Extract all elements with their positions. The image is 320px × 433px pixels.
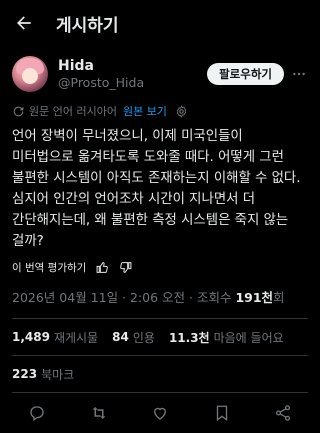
reposts-count[interactable]: 1,489 (12, 330, 50, 344)
translation-label: 원문 언어 러시아어 (29, 105, 117, 118)
translation-notice: 원문 언어 러시아어 원본 보기 (0, 92, 320, 120)
bookmarks-label[interactable]: 북마크 (41, 366, 74, 383)
gear-icon (176, 104, 187, 118)
share-button[interactable] (272, 402, 294, 424)
author-row: Hida @Prosto_Hida 팔로우하기 (0, 46, 320, 92)
post-meta: 2026년 04월 11일 · 2:06 오전 · 조회수 191천회 (0, 276, 320, 308)
like-button[interactable] (149, 402, 171, 424)
thumb-up-icon (96, 261, 109, 273)
likes-label[interactable]: 마음에 들어요 (214, 329, 284, 346)
reposts-label[interactable]: 재게시물 (54, 329, 98, 346)
bookmarks-count[interactable]: 223 (12, 367, 37, 381)
more-button[interactable] (290, 65, 308, 83)
bookmark-button[interactable] (211, 402, 233, 424)
engagement-stats: 1,489 재게시물 84 인용 11.3천 마음에 들어요 (0, 319, 320, 355)
follow-button[interactable]: 팔로우하기 (207, 63, 284, 85)
translate-icon (13, 106, 24, 116)
author-display-name[interactable]: Hida (58, 58, 207, 75)
thumb-up-button[interactable] (96, 261, 109, 274)
reply-icon (30, 406, 44, 422)
arrow-left-icon (17, 16, 31, 30)
thumb-down-icon (120, 261, 132, 273)
author-handle[interactable]: @Prosto_Hida (58, 75, 207, 91)
post-text: 언어 장벽이 무너졌으니, 이제 미국인들이 미터법으로 옮겨타도록 도와줄 때… (12, 129, 305, 249)
rate-translation: 이 번역 평가하기 (0, 252, 320, 276)
quotes-label[interactable]: 인용 (133, 329, 155, 346)
rate-translation-label: 이 번역 평가하기 (12, 261, 87, 274)
back-button[interactable] (12, 11, 36, 35)
likes-count[interactable]: 11.3천 (169, 329, 210, 346)
bookmark-stats: 223 북마크 (0, 356, 320, 392)
avatar[interactable] (12, 56, 48, 92)
action-bar (0, 393, 320, 433)
reply-button[interactable] (26, 402, 48, 424)
view-count: 191천 (235, 290, 274, 305)
thumb-down-button[interactable] (119, 261, 132, 274)
share-icon (275, 405, 291, 421)
page-title: 게시하기 (56, 15, 119, 36)
top-bar: 게시하기 (0, 0, 320, 46)
heart-icon (154, 407, 166, 420)
more-dots-icon (293, 72, 305, 76)
view-count-suffix: 회 (273, 290, 285, 305)
repost-button[interactable] (88, 402, 110, 424)
view-original-link[interactable]: 원본 보기 (123, 103, 167, 119)
repost-icon (92, 407, 105, 419)
translation-settings-button[interactable] (175, 104, 188, 118)
quotes-count[interactable]: 84 (112, 330, 129, 344)
bookmark-icon (216, 405, 227, 422)
timestamp[interactable]: 2026년 04월 11일 · 2:06 오전 · 조회수 (12, 290, 235, 305)
